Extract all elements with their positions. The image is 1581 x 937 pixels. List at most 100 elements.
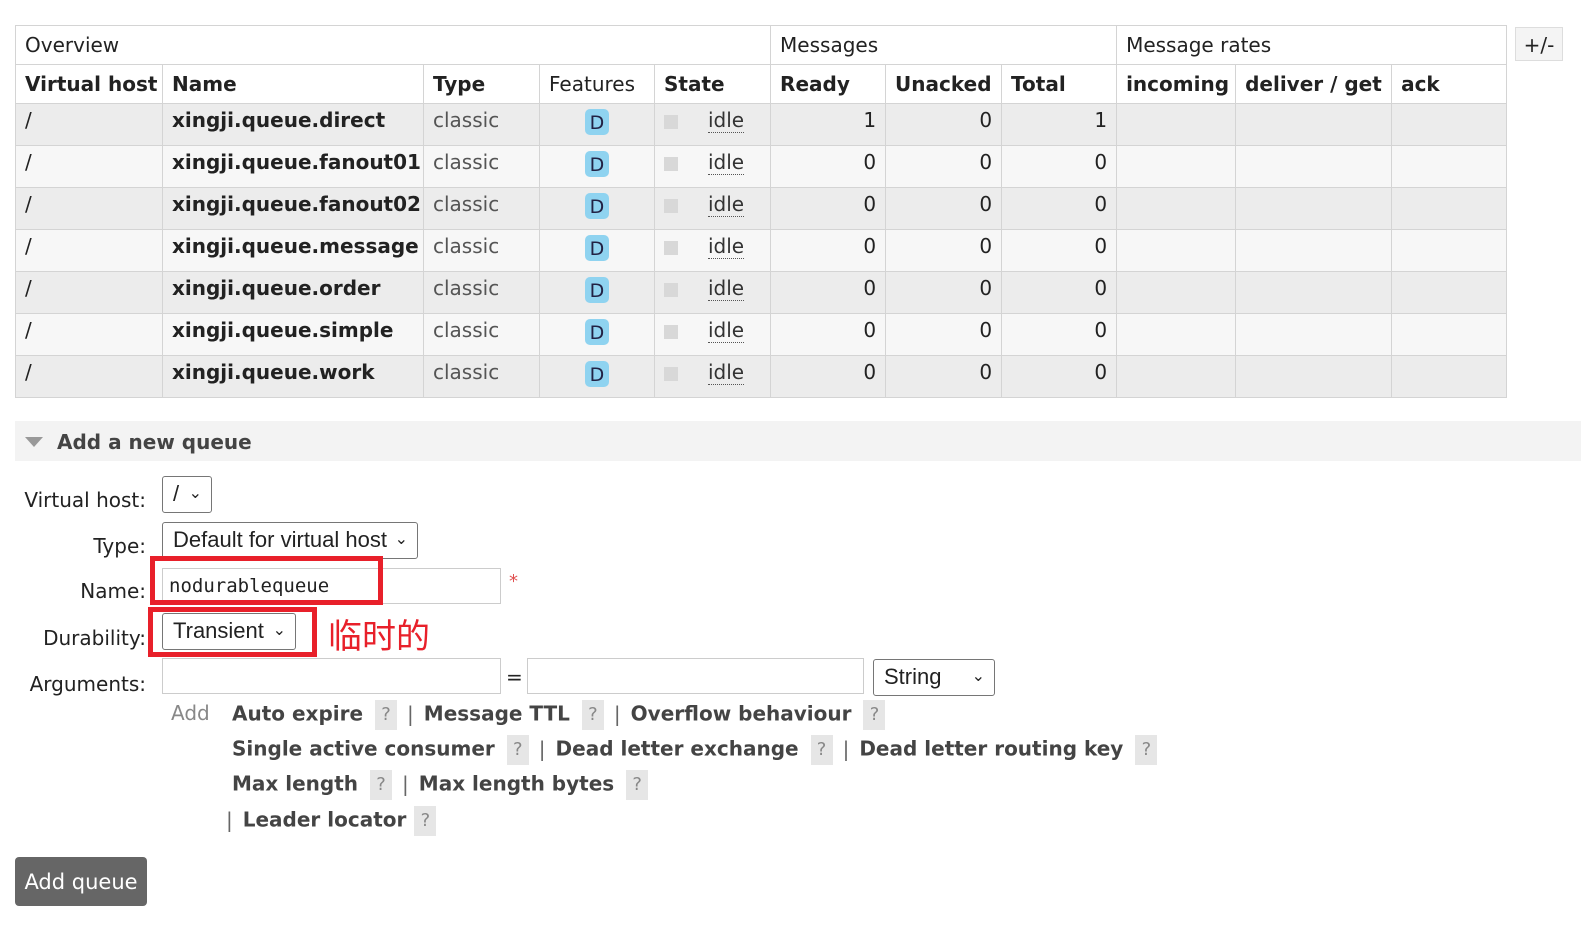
- hint-auto-expire[interactable]: Auto expire: [232, 702, 363, 726]
- cell-type: classic: [423, 145, 540, 188]
- cell-queue-name[interactable]: xingji.queue.direct: [162, 103, 424, 146]
- cell-ready: 0: [770, 187, 887, 230]
- chevron-down-icon: ⌄: [971, 668, 985, 685]
- add-argument-link[interactable]: Add: [171, 701, 210, 725]
- table-row[interactable]: / xingji.queue.fanout02 classic Didle 0 0 0: [15, 187, 1508, 230]
- cell-state: idle: [653, 229, 772, 272]
- cell-vhost: /: [15, 271, 163, 314]
- cell-features: D: [539, 229, 655, 272]
- cell-total: 0: [1001, 271, 1118, 314]
- hint-max-length-bytes[interactable]: Max length bytes: [419, 772, 614, 796]
- state-label: idle: [708, 360, 745, 385]
- cell-state: idle: [653, 271, 772, 314]
- col-total[interactable]: Total: [1001, 64, 1118, 104]
- cell-rate-ack: [1391, 187, 1508, 230]
- help-icon[interactable]: ?: [581, 700, 604, 730]
- table-row[interactable]: / xingji.queue.order classic Didle 0 0 0: [15, 271, 1508, 314]
- cell-rate-deliver: [1235, 229, 1393, 272]
- help-icon[interactable]: ?: [1135, 735, 1158, 765]
- durable-badge: D: [585, 109, 609, 135]
- cell-rate-incoming: [1116, 229, 1237, 272]
- type-select[interactable]: Default for virtual host ⌄: [162, 522, 418, 559]
- table-row[interactable]: / xingji.queue.message classic Didle 0 0 0: [15, 229, 1508, 272]
- cell-unacked: 0: [885, 355, 1003, 398]
- state-indicator-icon: [664, 324, 678, 339]
- cell-rate-ack: [1391, 271, 1508, 314]
- col-type[interactable]: Type: [423, 64, 540, 104]
- add-queue-title: Add a new queue: [57, 430, 252, 454]
- help-icon[interactable]: ?: [863, 700, 886, 730]
- annotation-text: 临时的: [328, 617, 430, 657]
- state-indicator-icon: [664, 114, 678, 129]
- help-icon[interactable]: ?: [810, 735, 833, 765]
- table-row[interactable]: / xingji.queue.work classic Didle 0 0 0: [15, 355, 1508, 398]
- cell-rate-deliver: [1235, 187, 1393, 230]
- col-name[interactable]: Name: [162, 64, 424, 104]
- hints-line-1: Auto expire? | Message TTL? | Overflow behav…: [232, 700, 886, 730]
- add-queue-section-header[interactable]: Add a new queue: [15, 421, 1581, 461]
- cell-queue-name[interactable]: xingji.queue.fanout02: [162, 187, 424, 230]
- state-label: idle: [708, 192, 745, 217]
- help-icon[interactable]: ?: [414, 806, 437, 836]
- col-deliver-get[interactable]: deliver / get: [1235, 64, 1393, 104]
- cell-state: idle: [653, 145, 772, 188]
- table-row[interactable]: / xingji.queue.simple classic Didle 0 0 0: [15, 313, 1508, 356]
- col-virtual-host[interactable]: Virtual host: [15, 64, 163, 104]
- col-unacked[interactable]: Unacked: [885, 64, 1003, 104]
- col-incoming[interactable]: incoming: [1116, 64, 1237, 104]
- help-icon[interactable]: ?: [626, 770, 649, 800]
- cell-queue-name[interactable]: xingji.queue.order: [162, 271, 424, 314]
- col-ack[interactable]: ack: [1391, 64, 1508, 104]
- add-queue-button[interactable]: Add queue: [15, 857, 147, 906]
- hint-dead-letter-exchange[interactable]: Dead letter exchange: [556, 737, 799, 761]
- cell-vhost: /: [15, 103, 163, 146]
- table-row[interactable]: / xingji.queue.direct classic Didle 1 0 1: [15, 103, 1508, 146]
- cell-queue-name[interactable]: xingji.queue.simple: [162, 313, 424, 356]
- hint-max-length[interactable]: Max length: [232, 772, 358, 796]
- cell-ready: 0: [770, 313, 887, 356]
- cell-vhost: /: [15, 355, 163, 398]
- state-indicator-icon: [664, 282, 678, 297]
- cell-rate-incoming: [1116, 313, 1237, 356]
- hint-dead-letter-routing-key[interactable]: Dead letter routing key: [859, 737, 1123, 761]
- col-state[interactable]: State: [653, 64, 772, 104]
- argument-key-input[interactable]: [162, 658, 501, 694]
- cell-queue-name[interactable]: xingji.queue.work: [162, 355, 424, 398]
- cell-queue-name[interactable]: xingji.queue.fanout01: [162, 145, 424, 188]
- help-icon[interactable]: ?: [370, 770, 393, 800]
- help-icon[interactable]: ?: [506, 735, 529, 765]
- cell-vhost: /: [15, 187, 163, 230]
- hint-leader-locator[interactable]: Leader locator: [243, 808, 407, 832]
- group-messages: Messages: [770, 25, 1118, 65]
- label-virtual-host: Virtual host:: [24, 488, 146, 512]
- argument-type-select[interactable]: String ⌄: [873, 659, 995, 696]
- cell-ready: 0: [770, 355, 887, 398]
- hint-message-ttl[interactable]: Message TTL: [424, 702, 570, 726]
- table-row[interactable]: / xingji.queue.fanout01 classic Didle 0 0 0: [15, 145, 1508, 188]
- cell-features: D: [539, 313, 655, 356]
- cell-state: idle: [653, 313, 772, 356]
- col-features: Features: [539, 64, 655, 104]
- cell-vhost: /: [15, 229, 163, 272]
- hint-overflow-behaviour[interactable]: Overflow behaviour: [631, 702, 852, 726]
- queues-table: Overview Messages Message rates Virtual …: [14, 25, 1508, 398]
- cell-ready: 0: [770, 145, 887, 188]
- cell-rate-deliver: [1235, 313, 1393, 356]
- cell-queue-name[interactable]: xingji.queue.message: [162, 229, 424, 272]
- highlight-box-name: [150, 556, 383, 605]
- cell-total: 0: [1001, 355, 1118, 398]
- help-icon[interactable]: ?: [375, 700, 398, 730]
- col-ready[interactable]: Ready: [770, 64, 887, 104]
- cell-state: idle: [653, 103, 772, 146]
- column-toggle-button[interactable]: +/-: [1515, 27, 1563, 61]
- cell-total: 0: [1001, 229, 1118, 272]
- cell-unacked: 0: [885, 145, 1003, 188]
- cell-features: D: [539, 355, 655, 398]
- cell-rate-ack: [1391, 103, 1508, 146]
- vhost-select[interactable]: / ⌄: [162, 476, 212, 513]
- cell-ready: 0: [770, 229, 887, 272]
- cell-vhost: /: [15, 313, 163, 356]
- cell-unacked: 0: [885, 187, 1003, 230]
- argument-value-input[interactable]: [527, 658, 864, 694]
- hint-single-active-consumer[interactable]: Single active consumer: [232, 737, 495, 761]
